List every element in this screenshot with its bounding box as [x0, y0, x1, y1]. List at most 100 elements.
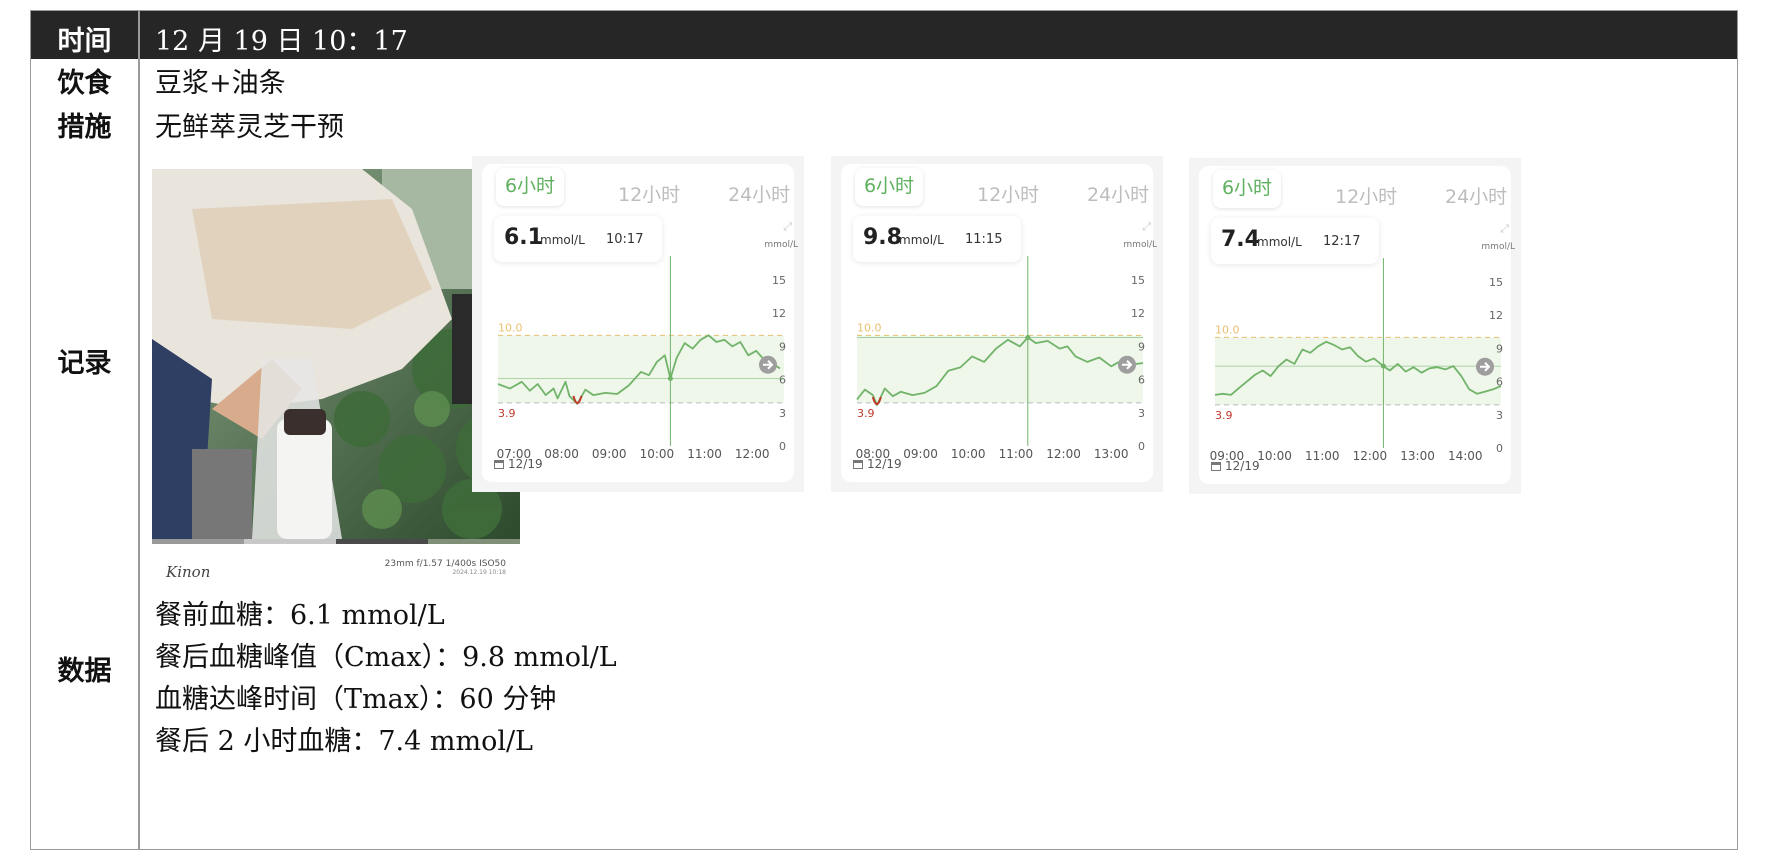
expand-icon[interactable]: ⤢	[1500, 222, 1509, 236]
reading-time: 11:15	[965, 232, 1003, 247]
date-label: 12/19	[853, 457, 902, 471]
y-tick-label: 0	[779, 440, 786, 453]
y-tick-label: 0	[1496, 442, 1503, 455]
record-label: 记录	[57, 348, 112, 379]
expand-icon[interactable]: ⤢	[1142, 220, 1151, 234]
low-threshold-label: 3.9	[498, 407, 516, 420]
high-threshold-label: 10.0	[498, 321, 523, 334]
y-tick-label: 9	[1496, 342, 1503, 355]
diet-value: 豆浆+油条	[155, 68, 286, 99]
y-axis-unit: mmol/L	[1481, 242, 1515, 252]
x-tick-label: 12:00	[1353, 449, 1388, 463]
time-label: 时间	[57, 26, 112, 57]
tab-12h[interactable]: 12小时	[1335, 182, 1397, 209]
date-text: 12/19	[508, 457, 543, 471]
y-tick-label: 12	[1131, 307, 1145, 320]
date-label: 12/19	[494, 457, 543, 471]
cursor-point	[1380, 363, 1386, 369]
cgm-card-1: 0 3 6 9 12 15 10.0 3.9 07:00 08:00 09:00 10:00 11:00…	[472, 156, 804, 492]
calendar-icon	[1211, 462, 1221, 471]
cursor-point	[667, 375, 673, 381]
time-value: 12 月 19 日 10：17	[155, 26, 408, 57]
x-tick-label: 09:00	[592, 447, 627, 461]
tab-6h[interactable]: 6小时	[1213, 170, 1281, 208]
x-tick-label: 14:00	[1448, 449, 1483, 463]
glucose-reading: 6.1	[504, 225, 543, 250]
x-tick-label: 09:00	[903, 447, 938, 461]
tab-6h[interactable]: 6小时	[855, 168, 923, 206]
y-tick-label: 6	[1138, 374, 1145, 387]
photo-exif: 23mm f/1.57 1/400s ISO50 2024.12.19 10:1…	[385, 559, 506, 576]
low-threshold-label: 3.9	[1215, 409, 1233, 422]
date-text: 12/19	[867, 457, 902, 471]
reading-box: 6.1 mmol/L 10:17	[494, 216, 662, 262]
y-tick-label: 12	[1489, 309, 1503, 322]
y-tick-label: 3	[1138, 407, 1145, 420]
glucose-reading: 7.4	[1221, 227, 1260, 252]
x-tick-label: 13:00	[1094, 447, 1129, 461]
tab-24h[interactable]: 24小时	[728, 180, 790, 207]
x-tick-label: 11:00	[687, 447, 722, 461]
high-threshold-label: 10.0	[1215, 323, 1240, 336]
record-table: 时间 12 月 19 日 10：17 饮食 豆浆+油条 措施 无鲜萃灵芝干预 记…	[30, 10, 1738, 850]
peak-glucose: 餐后血糖峰值（Cmax）：9.8 mmol/L	[155, 642, 617, 673]
x-tick-label: 10:00	[640, 447, 675, 461]
reading-box: 9.8 mmol/L 11:15	[853, 216, 1021, 262]
y-tick-label: 12	[772, 307, 786, 320]
photo-exif-text: 23mm f/1.57 1/400s ISO50	[384, 559, 506, 569]
data-label: 数据	[57, 656, 112, 687]
x-tick-label: 13:00	[1400, 449, 1435, 463]
two-hour-glucose: 餐后 2 小时血糖：7.4 mmol/L	[155, 726, 533, 757]
time-to-peak: 血糖达峰时间（Tmax）：60 分钟	[155, 684, 557, 715]
photo-exif-date: 2024.12.19 10:18	[452, 569, 506, 576]
x-tick-label: 12:00	[1046, 447, 1081, 461]
y-tick-label: 9	[779, 340, 786, 353]
x-tick-label: 12:00	[735, 447, 770, 461]
expand-icon[interactable]: ⤢	[783, 220, 792, 234]
y-tick-label: 15	[772, 274, 786, 287]
y-axis-unit: mmol/L	[764, 240, 798, 250]
cursor-point	[1025, 335, 1031, 341]
calendar-icon	[853, 460, 863, 469]
measure-label: 措施	[57, 112, 112, 143]
measure-value: 无鲜萃灵芝干预	[155, 112, 344, 143]
y-tick-label: 9	[1138, 340, 1145, 353]
tab-6h[interactable]: 6小时	[496, 168, 564, 206]
high-threshold-label: 10.0	[857, 321, 882, 334]
x-tick-label: 10:00	[951, 447, 986, 461]
y-tick-label: 15	[1489, 276, 1503, 289]
x-tick-label: 08:00	[544, 447, 579, 461]
y-axis-unit: mmol/L	[1123, 240, 1157, 250]
low-threshold-label: 3.9	[857, 407, 875, 420]
tab-12h[interactable]: 12小时	[618, 180, 680, 207]
column-divider	[138, 11, 140, 849]
tab-12h[interactable]: 12小时	[977, 180, 1039, 207]
data-list: 餐前血糖：6.1 mmol/L 餐后血糖峰值（Cmax）：9.8 mmol/L …	[155, 595, 617, 763]
y-tick-label: 3	[1496, 409, 1503, 422]
tab-24h[interactable]: 24小时	[1087, 180, 1149, 207]
x-tick-label: 11:00	[1305, 449, 1340, 463]
meal-photo: Kinon 23mm f/1.57 1/400s ISO50 2024.12.1…	[152, 169, 520, 593]
x-tick-label: 10:00	[1257, 449, 1292, 463]
photo-signature: Kinon	[166, 563, 211, 581]
glucose-reading: 9.8	[863, 225, 902, 250]
pre-meal-glucose: 餐前血糖：6.1 mmol/L	[155, 600, 445, 631]
diet-label: 饮食	[57, 68, 112, 99]
x-tick-label: 11:00	[999, 447, 1034, 461]
photo-watermark: Kinon 23mm f/1.57 1/400s ISO50 2024.12.1…	[152, 549, 520, 593]
date-label: 12/19	[1211, 459, 1260, 473]
target-range-band	[498, 335, 784, 403]
tab-24h[interactable]: 24小时	[1445, 182, 1507, 209]
y-tick-label: 15	[1131, 274, 1145, 287]
y-tick-label: 6	[779, 374, 786, 387]
calendar-icon	[494, 460, 504, 469]
cgm-card-2: 0 3 6 9 12 15 10.0 3.9 08:00 09:00 10:00 11:00 12:00…	[831, 156, 1163, 492]
reading-unit: mmol/L	[1257, 235, 1302, 249]
y-tick-label: 0	[1138, 440, 1145, 453]
y-tick-label: 3	[779, 407, 786, 420]
reading-time: 10:17	[606, 232, 644, 247]
reading-box: 7.4 mmol/L 12:17	[1211, 218, 1379, 264]
cgm-card-3: 0 3 6 9 12 15 10.0 3.9 09:00 10:00 11:00 12:00 13:00…	[1189, 158, 1521, 494]
meal-photo-image	[152, 169, 520, 539]
date-text: 12/19	[1225, 459, 1260, 473]
